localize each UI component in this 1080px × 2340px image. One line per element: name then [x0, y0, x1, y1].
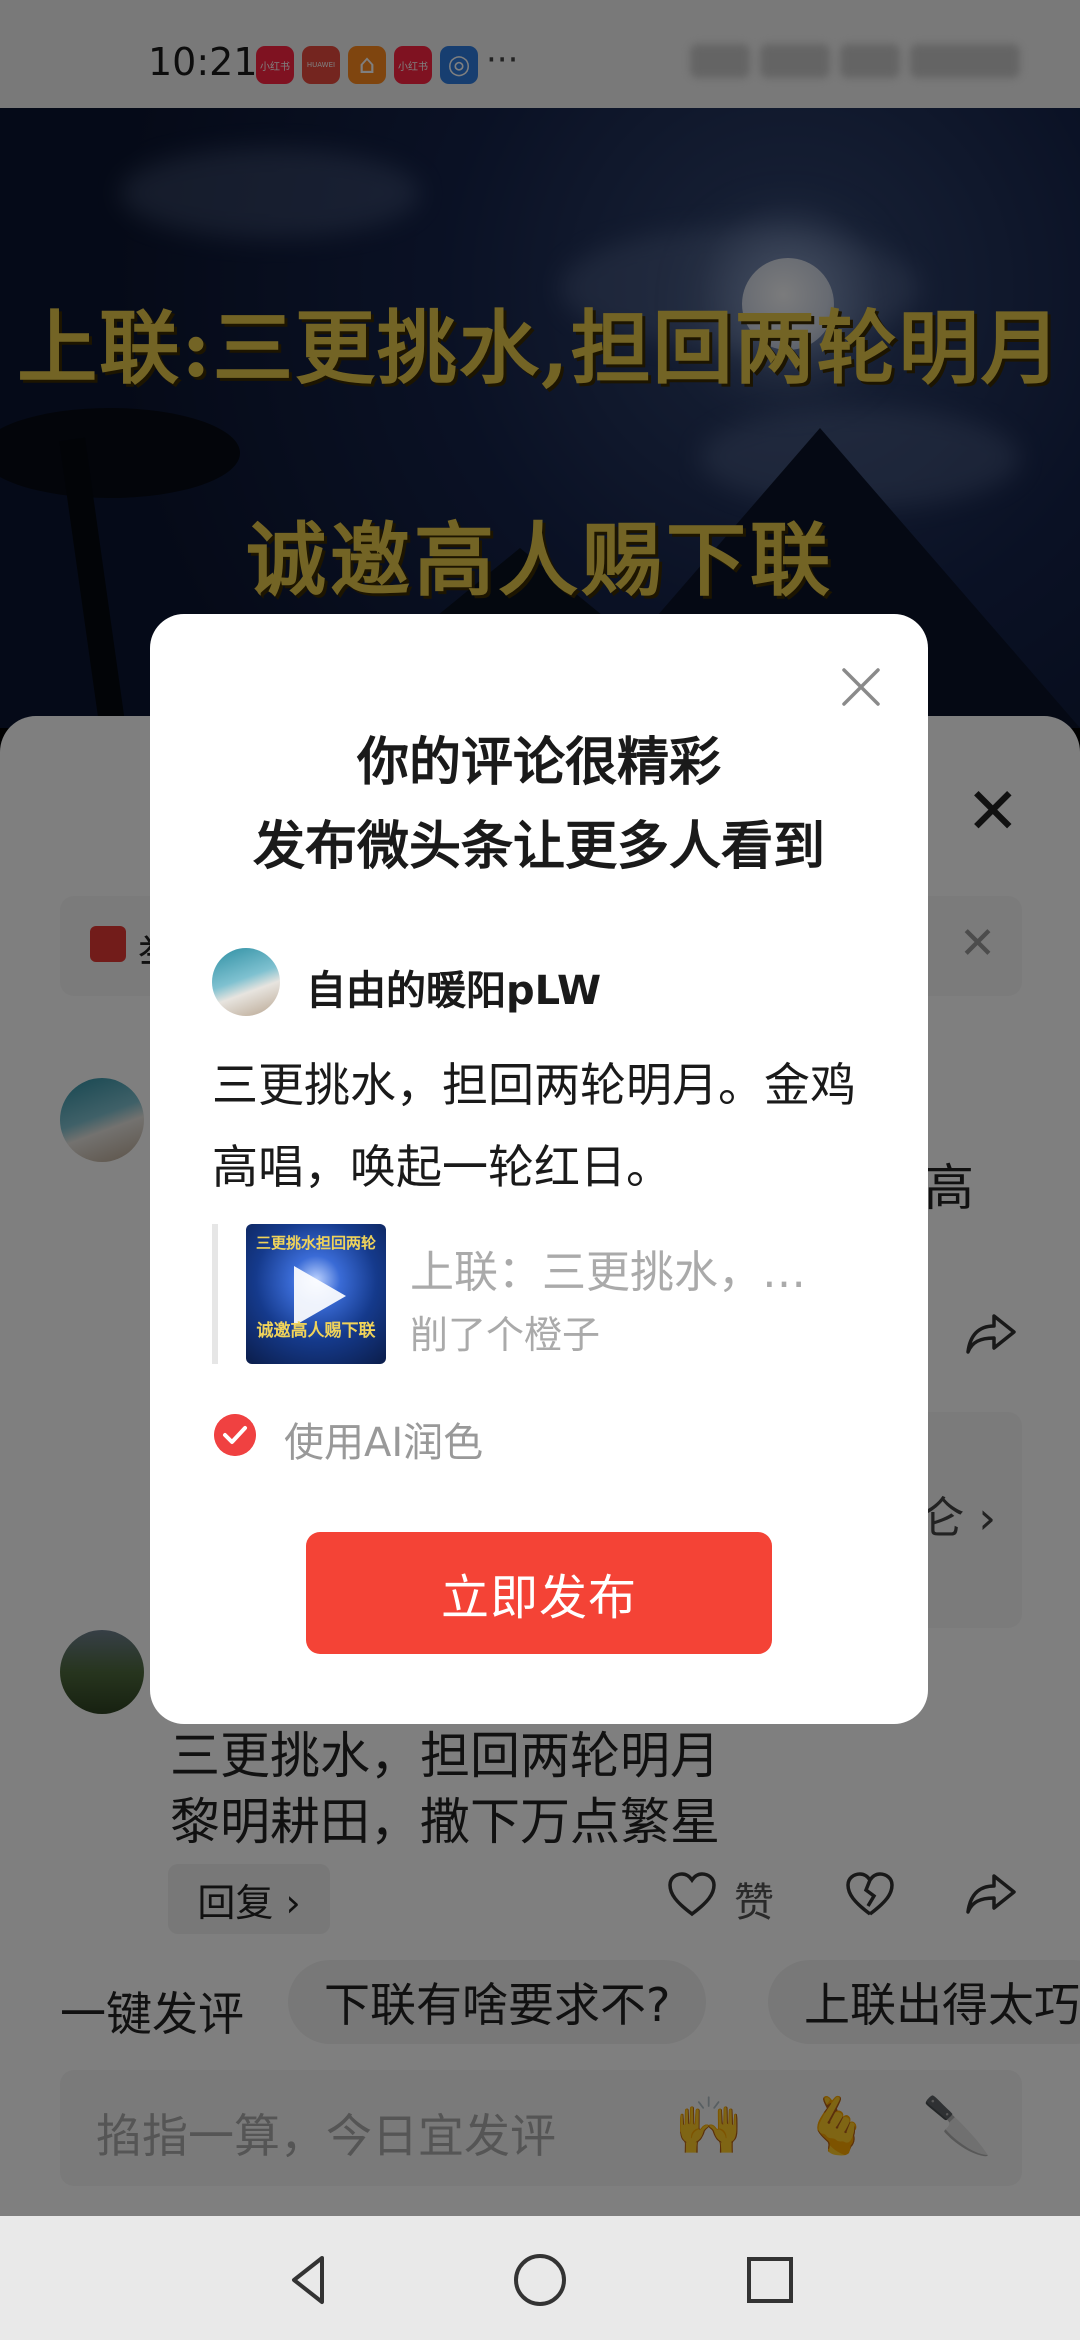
video-thumbnail: 三更挑水担回两轮 诚邀高人赐下联 — [246, 1224, 386, 1364]
username: 自由的暖阳pLW — [306, 968, 602, 1014]
quoted-article: 三更挑水担回两轮 诚邀高人赐下联 上联：三更挑水，… 削了个橙子 — [212, 1224, 872, 1364]
system-nav-bar — [0, 2216, 1080, 2340]
back-icon[interactable] — [280, 2250, 340, 2310]
quoted-title: 上联：三更挑水，… — [410, 1247, 806, 1298]
thumbnail-text: 三更挑水担回两轮 — [255, 1234, 376, 1252]
recent-apps-icon[interactable] — [740, 2250, 800, 2310]
dialog-subtitle: 发布微头条让更多人看到 — [252, 817, 825, 877]
publish-button[interactable]: 立即发布 — [306, 1532, 772, 1654]
checkbox-checked-icon[interactable] — [214, 1414, 256, 1456]
avatar — [212, 948, 280, 1016]
close-icon[interactable] — [834, 660, 888, 714]
thumbnail-text: 诚邀高人赐下联 — [256, 1321, 376, 1341]
dialog-title: 你的评论很精彩 — [356, 733, 721, 793]
comment-preview: 三更挑水，担回两轮明月。金鸡高唱，唤起一轮红日。 — [212, 1058, 856, 1194]
ai-polish-label[interactable]: 使用AI润色 — [284, 1410, 483, 1468]
home-icon[interactable] — [510, 2250, 570, 2310]
publish-dialog: 你的评论很精彩 发布微头条让更多人看到 自由的暖阳pLW 三更挑水，担回两轮明月… — [150, 614, 928, 1724]
quoted-author: 削了个橙子 — [410, 1313, 601, 1357]
